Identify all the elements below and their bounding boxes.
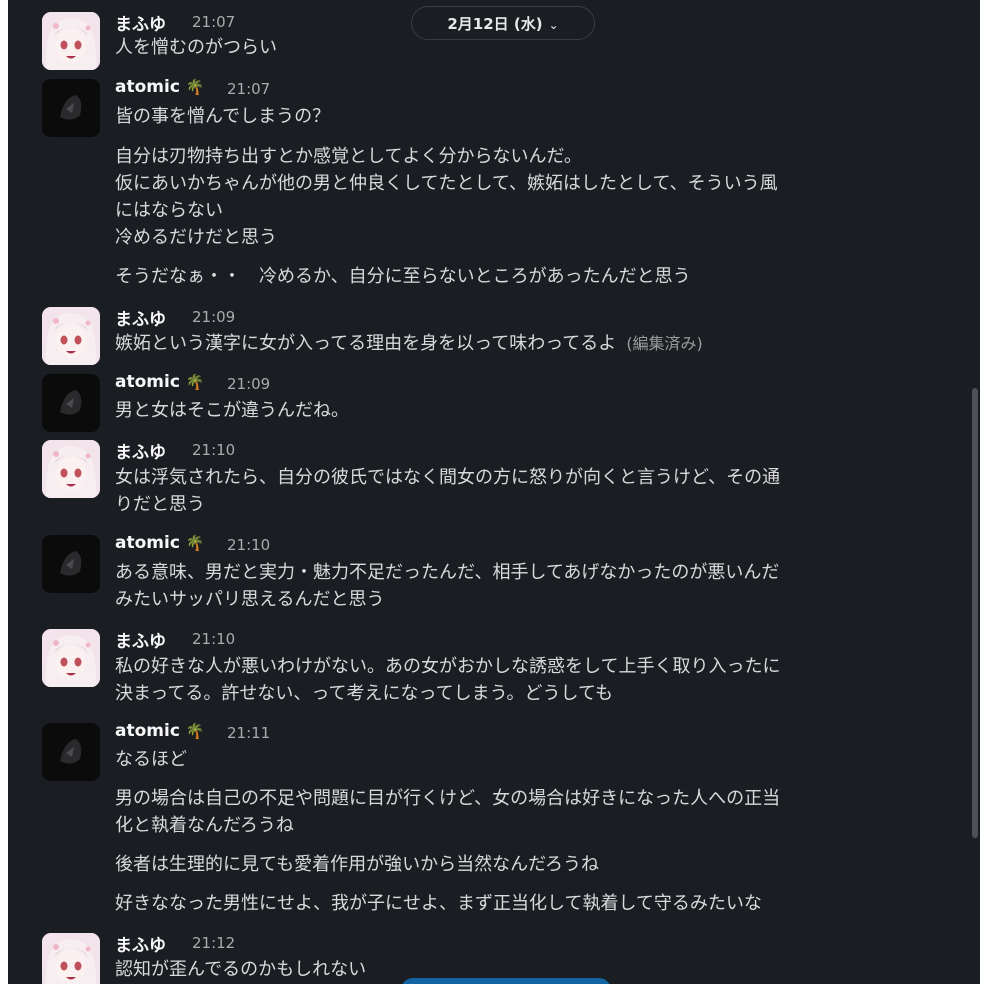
message-timestamp[interactable]: 21:11 <box>227 724 270 742</box>
message-list[interactable]: まふゆ 21:07 人を憎むのがつらい 2月12日 (水) ⌄ atomic 🌴 2… <box>8 0 980 984</box>
message-text: 男の場合は自己の不足や問題に目が行くけど、女の場合は好きになった人への正当 <box>115 788 781 809</box>
message-text: 好きななった男性にせよ、我が子にせよ、まず正当化して執着して守るみたいな <box>115 893 762 914</box>
mafuyu-avatar[interactable] <box>42 307 100 365</box>
author-name[interactable]: まふゆ <box>115 10 166 35</box>
message-timestamp[interactable]: 21:10 <box>192 630 235 648</box>
palm-tree-icon: 🌴 <box>185 534 205 552</box>
author-name[interactable]: まふゆ <box>115 627 166 652</box>
message-timestamp[interactable]: 21:09 <box>192 308 235 326</box>
message-text: なるほど <box>115 749 187 770</box>
message-text: 私の好きな人が悪いわけがない。あの女がおかしな誘惑をして上手く取り入ったに <box>115 656 781 677</box>
date-divider-button[interactable]: 2月12日 (水) ⌄ <box>411 6 595 40</box>
message-text: ある意味、男だと実力・魅力不足だったんだ、相手してあげなかったのが悪いんだ <box>115 562 780 583</box>
palm-tree-icon: 🌴 <box>185 373 205 391</box>
message-text: 冷めるだけだと思う <box>115 227 277 248</box>
scrollbar-thumb[interactable] <box>972 388 978 838</box>
mafuyu-avatar[interactable] <box>42 12 100 70</box>
message-text: 仮にあいかちゃんが他の男と仲良くしてたとして、嫉妬はしたとして、そういう風 <box>115 173 778 194</box>
message-text: 皆の事を憎んでしまうの？ <box>115 106 331 127</box>
atomic-avatar[interactable] <box>42 535 100 593</box>
message-timestamp[interactable]: 21:12 <box>192 934 235 952</box>
atomic-avatar[interactable] <box>42 723 100 781</box>
author-name-text: atomic <box>115 77 180 97</box>
mafuyu-avatar[interactable] <box>42 629 100 687</box>
edited-label: (編集済み) <box>626 334 703 353</box>
message-timestamp[interactable]: 21:09 <box>227 375 270 393</box>
mafuyu-avatar[interactable] <box>42 440 100 498</box>
message-text: 男と女はそこが違うんだね。 <box>115 400 349 421</box>
message-timestamp[interactable]: 21:10 <box>192 441 235 459</box>
author-name-text: atomic <box>115 721 180 741</box>
dark-figure-avatar-icon <box>42 79 100 137</box>
message-text: 化と執着なんだろうね <box>115 815 294 836</box>
jump-to-new-messages-button[interactable] <box>401 978 611 984</box>
palm-tree-icon: 🌴 <box>185 722 205 740</box>
author-name-text: atomic <box>115 372 180 392</box>
message-text: そうだなぁ・・ 冷めるか、自分に至らないところがあったんだと思う <box>115 266 691 287</box>
anime-girl-avatar-icon <box>42 307 100 365</box>
message-text: 人を憎むのがつらい <box>115 37 277 58</box>
dark-figure-avatar-icon <box>42 374 100 432</box>
message-text: にはならない <box>115 200 223 221</box>
mafuyu-avatar[interactable] <box>42 933 100 984</box>
message-text: 自分は刃物持ち出すとか感覚としてよく分からないんだ。 <box>115 146 582 167</box>
chevron-down-icon: ⌄ <box>548 18 559 32</box>
anime-girl-avatar-icon <box>42 933 100 984</box>
message-timestamp[interactable]: 21:10 <box>227 536 270 554</box>
author-name[interactable]: まふゆ <box>115 438 166 463</box>
message-text: 嫉妬という漢字に女が入ってる理由を身を以って味わってるよ (編集済み) <box>115 331 703 357</box>
author-name[interactable]: atomic 🌴 <box>115 721 205 741</box>
message-text: 女は浮気されたら、自分の彼氏ではなく間女の方に怒りが向くと言うけど、その通 <box>115 467 781 488</box>
screenshot-frame: まふゆ 21:07 人を憎むのがつらい 2月12日 (水) ⌄ atomic 🌴 2… <box>0 0 990 990</box>
palm-tree-icon: 🌴 <box>185 78 205 96</box>
anime-girl-avatar-icon <box>42 629 100 687</box>
message-timestamp[interactable]: 21:07 <box>227 80 270 98</box>
atomic-avatar[interactable] <box>42 374 100 432</box>
message-text: みたいサッパリ思えるんだと思う <box>115 589 385 610</box>
message-text: 認知が歪んでるのかもしれない <box>115 959 367 980</box>
anime-girl-avatar-icon <box>42 440 100 498</box>
date-label: 2月12日 (水) <box>447 15 543 33</box>
message-text: 後者は生理的に見ても愛着作用が強いから当然なんだろうね <box>115 854 600 875</box>
message-timestamp[interactable]: 21:07 <box>192 13 235 31</box>
author-name[interactable]: atomic 🌴 <box>115 533 205 553</box>
message-text: 決まってる。許せない、って考えになってしまう。どうしても <box>115 683 614 704</box>
author-name[interactable]: atomic 🌴 <box>115 372 205 392</box>
dark-figure-avatar-icon <box>42 723 100 781</box>
author-name[interactable]: まふゆ <box>115 305 166 330</box>
author-name[interactable]: まふゆ <box>115 931 166 956</box>
author-name[interactable]: atomic 🌴 <box>115 77 205 97</box>
atomic-avatar[interactable] <box>42 79 100 137</box>
author-name-text: atomic <box>115 533 180 553</box>
anime-girl-avatar-icon <box>42 12 100 70</box>
dark-figure-avatar-icon <box>42 535 100 593</box>
message-text: りだと思う <box>115 494 205 515</box>
message-text-content: 嫉妬という漢字に女が入ってる理由を身を以って味わってるよ <box>115 333 617 354</box>
